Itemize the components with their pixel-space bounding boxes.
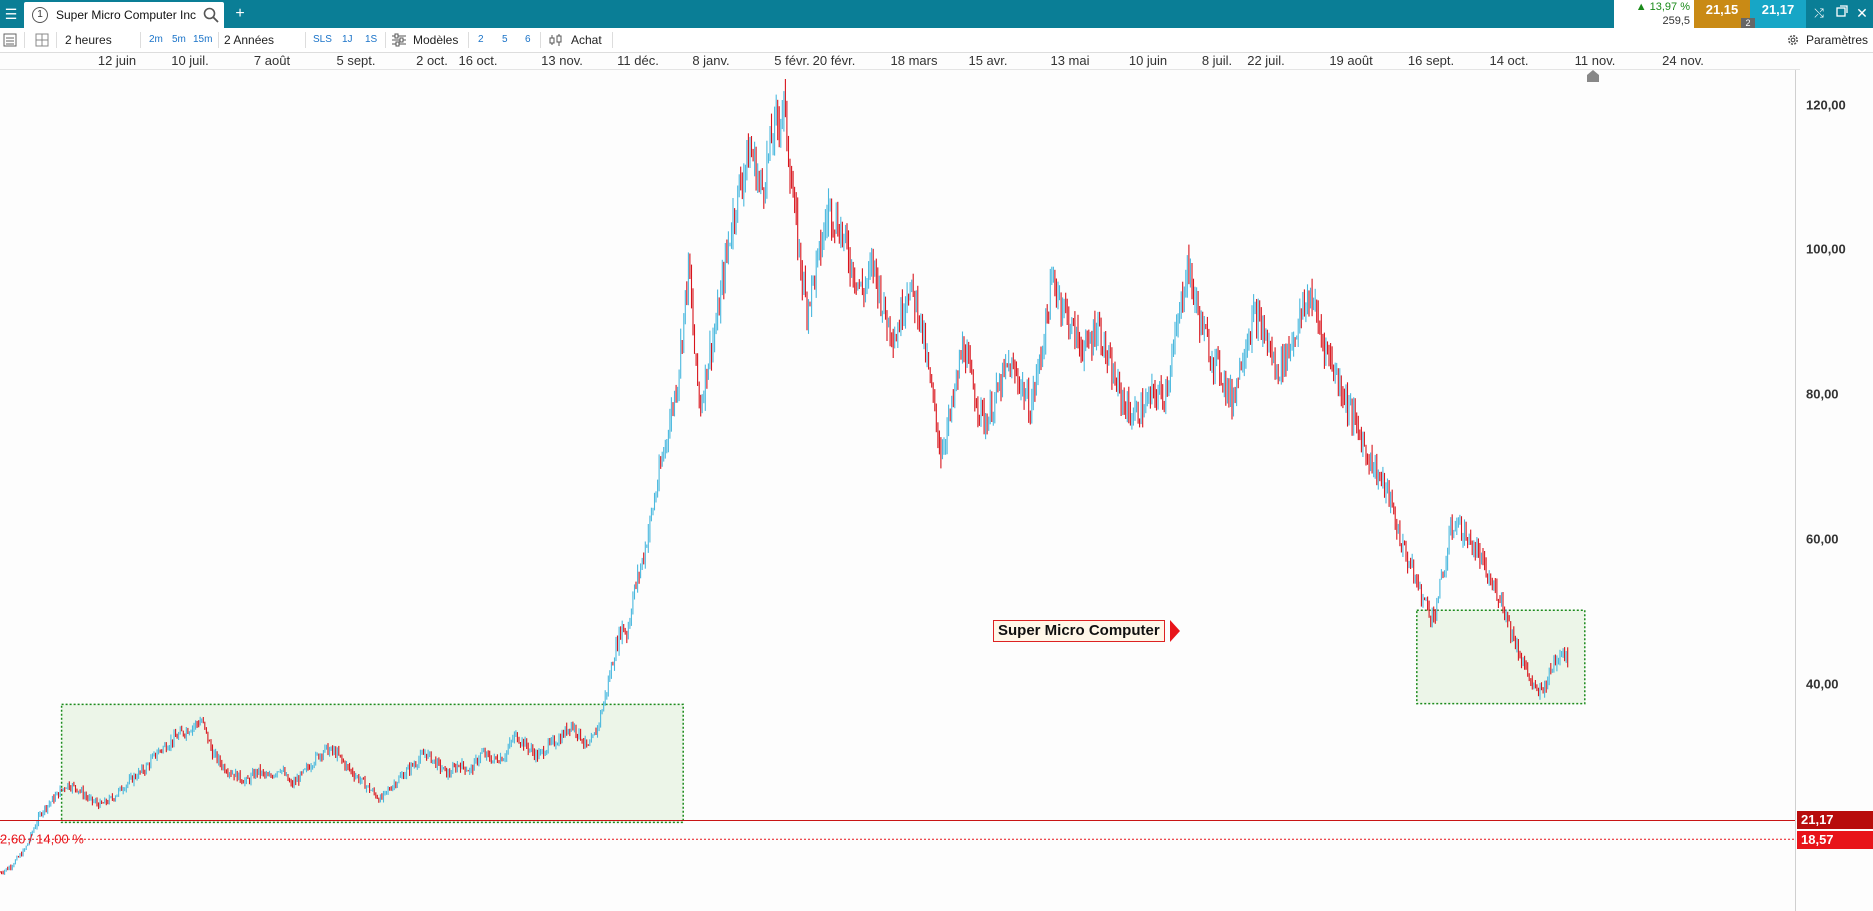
price-axis-border (1795, 70, 1796, 911)
home-marker-icon[interactable] (1586, 69, 1600, 83)
y-tick-label: 80,00 (1806, 386, 1839, 402)
consolidation-zone[interactable] (60, 703, 684, 824)
alert-line-label: 2,60 / 14,00 % (0, 831, 84, 847)
y-tick-label: 120,00 (1806, 97, 1846, 113)
price-chart[interactable] (0, 0, 1873, 911)
y-tick-label: 60,00 (1806, 531, 1839, 547)
y-tick-label: 40,00 (1806, 676, 1839, 692)
chart-annotation-label[interactable]: Super Micro Computer (993, 620, 1165, 642)
last-price-tag: 21,17 (1797, 811, 1873, 830)
annotation-arrow-icon (1170, 620, 1180, 642)
alert-price-tag: 18,57 (1797, 831, 1873, 850)
y-tick-label: 100,00 (1806, 241, 1846, 257)
